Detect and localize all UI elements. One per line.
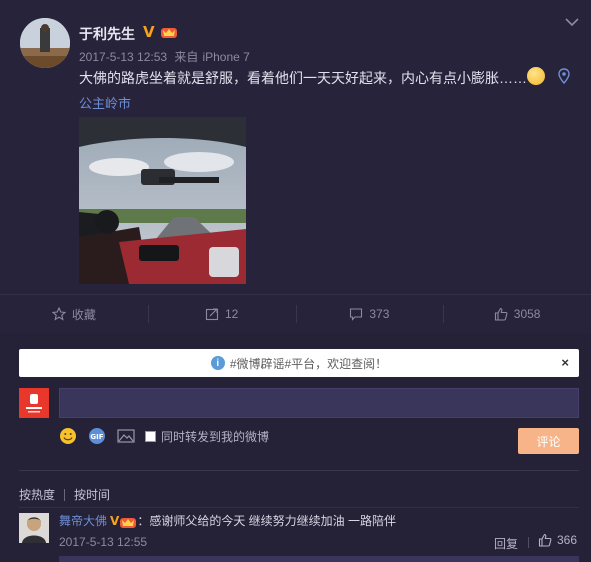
comment-icon [350, 308, 363, 321]
repost-icon [205, 308, 218, 321]
notice-text[interactable]: #微博辟谣#平台，欢迎查阅！ [230, 355, 387, 372]
vip-crown-icon[interactable] [160, 23, 178, 39]
post-meta: 2017-5-13 12:53 来自 iPhone 7 [79, 48, 254, 65]
tab-separator [64, 488, 66, 501]
image-icon[interactable] [117, 428, 135, 444]
comment-tools: GIF 同时转发到我的微博 [59, 426, 269, 446]
gif-icon[interactable]: GIF [87, 427, 107, 445]
divider [19, 470, 579, 471]
sort-by-time-tab[interactable]: 按时间 [74, 486, 110, 503]
post-source: iPhone 7 [202, 50, 250, 64]
repost-count: 12 [224, 307, 239, 321]
author-avatar[interactable] [20, 18, 70, 68]
repost-option-label[interactable]: 同时转发到我的微博 [161, 428, 269, 445]
post-photo[interactable] [79, 117, 246, 284]
emoji-face-icon [527, 67, 545, 85]
comment-text: ：感谢师父给的今天 继续努力继续加油 一路陪伴 [137, 514, 396, 528]
separator [528, 537, 529, 548]
comment-like-count: 366 [557, 533, 578, 547]
like-button[interactable]: 3058 [443, 295, 591, 333]
post-actions-bar: 收藏 12 373 3058 [0, 295, 591, 333]
post-text: 大佛的路虎坐着就是舒服，看着他们一天天好起来，内心有点小膨胀…… [79, 70, 527, 86]
submit-comment-button[interactable]: 评论 [518, 428, 579, 454]
star-icon [51, 307, 66, 321]
verified-badge-icon: V [110, 513, 120, 528]
post-source-prefix: 来自 [174, 50, 199, 64]
close-icon[interactable]: × [561, 355, 569, 370]
comment-count: 373 [369, 307, 390, 321]
chevron-down-icon[interactable] [564, 16, 580, 28]
like-count: 3058 [513, 307, 541, 321]
thumbs-up-icon [494, 307, 508, 321]
favorite-button[interactable]: 收藏 [0, 295, 148, 333]
location-link[interactable]: 公主岭市 [79, 93, 131, 112]
thumbs-up-icon [538, 533, 552, 547]
comment-input[interactable] [59, 388, 579, 418]
verified-badge-icon: V [143, 23, 155, 41]
author-name[interactable]: 于利先生 [79, 24, 135, 44]
vip-crown-icon[interactable] [119, 513, 137, 529]
location-pin-icon [557, 68, 571, 85]
comment-item: 舞帝大佛 V ：感谢师父给的今天 继续努力继续加油 一路陪伴 [59, 512, 396, 529]
comment-time: 2017-5-13 12:55 [59, 535, 148, 549]
divider [19, 507, 579, 508]
commenter-avatar[interactable] [19, 513, 49, 543]
commenter-name[interactable]: 舞帝大佛 [59, 512, 107, 529]
comment-button[interactable]: 373 [295, 295, 444, 333]
reply-button[interactable]: 回复 [494, 535, 518, 552]
comment-like-button[interactable]: 366 [538, 533, 577, 547]
repost-checkbox[interactable] [145, 430, 156, 442]
reply-input-strip[interactable] [59, 556, 579, 562]
svg-text:GIF: GIF [90, 433, 103, 441]
notice-banner[interactable]: i #微博辟谣#平台，欢迎查阅！ × [19, 349, 579, 377]
current-user-avatar [19, 388, 49, 418]
favorite-label: 收藏 [71, 307, 96, 322]
sort-by-hot-tab[interactable]: 按热度 [19, 486, 55, 503]
info-icon: i [210, 356, 225, 370]
repost-button[interactable]: 12 [147, 295, 296, 333]
post-timestamp[interactable]: 2017-5-13 12:53 [79, 50, 167, 64]
comment-sort-tabs: 按热度 按时间 [19, 486, 110, 503]
emoji-icon[interactable] [59, 427, 77, 445]
